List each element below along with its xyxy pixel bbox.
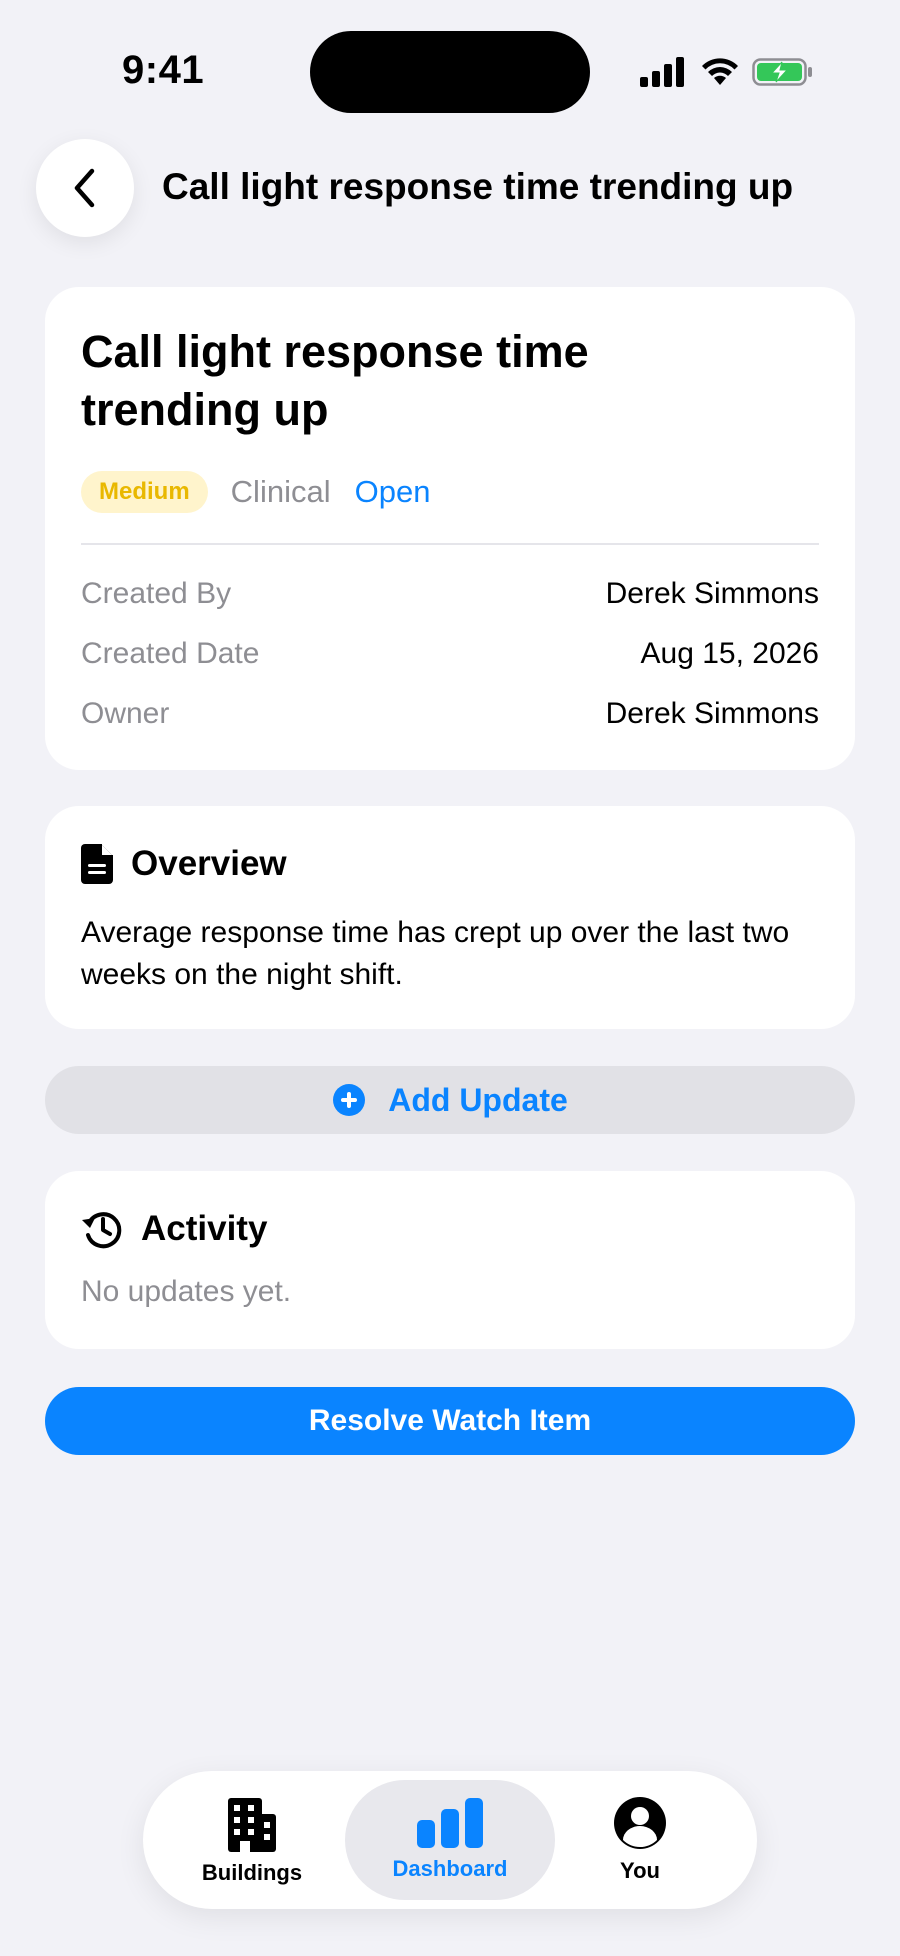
tab-dashboard[interactable]: Dashboard xyxy=(345,1780,555,1900)
nav-title: Call light response time trending up xyxy=(162,166,794,207)
tab-buildings[interactable]: Buildings xyxy=(182,1780,322,1900)
plus-circle-icon xyxy=(333,1084,366,1116)
overview-text: Average response time has crept up over … xyxy=(81,916,790,991)
battery-charging-icon xyxy=(752,58,812,86)
resolve-watch-item-button[interactable]: Resolve Watch Item xyxy=(45,1387,855,1455)
tab-label: Buildings xyxy=(201,1860,303,1885)
tab-you[interactable]: You xyxy=(570,1780,710,1900)
overview-header: Overview xyxy=(81,839,287,889)
severity-badge: Medium xyxy=(81,471,208,513)
activity-card: Activity No updates yet. xyxy=(45,1171,855,1349)
wifi-icon xyxy=(702,58,738,85)
meta-value: Derek Simmons xyxy=(605,577,819,610)
meta-row-created-by: Created By Derek Simmons xyxy=(81,574,819,614)
meta-key: Created By xyxy=(81,577,232,610)
status-label: Open xyxy=(354,474,431,509)
add-update-button[interactable]: Add Update xyxy=(45,1066,855,1134)
overview-title: Overview xyxy=(131,844,287,883)
divider xyxy=(81,543,819,545)
history-icon xyxy=(82,1212,122,1249)
tags-row: Medium Clinical Open xyxy=(81,469,430,515)
meta-row-owner: Owner Derek Simmons xyxy=(81,694,819,734)
tab-label: You xyxy=(620,1858,660,1883)
bar-chart-icon xyxy=(417,1798,483,1848)
meta-value: Derek Simmons xyxy=(605,697,819,730)
add-update-label: Add Update xyxy=(388,1081,568,1118)
item-title: Call light response time trending up xyxy=(81,326,589,435)
document-icon xyxy=(81,844,113,884)
status-bar: 9:41 xyxy=(0,0,900,150)
meta-key: Owner xyxy=(81,697,170,730)
person-icon xyxy=(614,1797,666,1849)
activity-empty-text: No updates yet. xyxy=(81,1275,292,1308)
tab-label: Dashboard xyxy=(392,1856,508,1881)
status-time: 9:41 xyxy=(122,48,205,92)
chevron-left-icon xyxy=(74,168,95,208)
category-label: Clinical xyxy=(230,474,331,509)
activity-title: Activity xyxy=(141,1209,268,1248)
meta-key: Created Date xyxy=(81,637,260,670)
activity-header: Activity xyxy=(81,1204,267,1254)
meta-row-created-date: Created Date Aug 15, 2026 xyxy=(81,634,819,674)
status-icons xyxy=(640,52,814,92)
back-button[interactable] xyxy=(36,139,134,237)
meta-value: Aug 15, 2026 xyxy=(640,637,820,670)
tab-bar: Buildings Dashboard You xyxy=(143,1771,757,1909)
dynamic-island xyxy=(310,31,590,113)
cellular-signal-icon xyxy=(640,57,684,87)
buildings-icon xyxy=(228,1798,276,1852)
overview-card: Overview Average response time has crept… xyxy=(45,806,855,1029)
watch-item-summary-card: Call light response time trending up Med… xyxy=(45,287,855,770)
